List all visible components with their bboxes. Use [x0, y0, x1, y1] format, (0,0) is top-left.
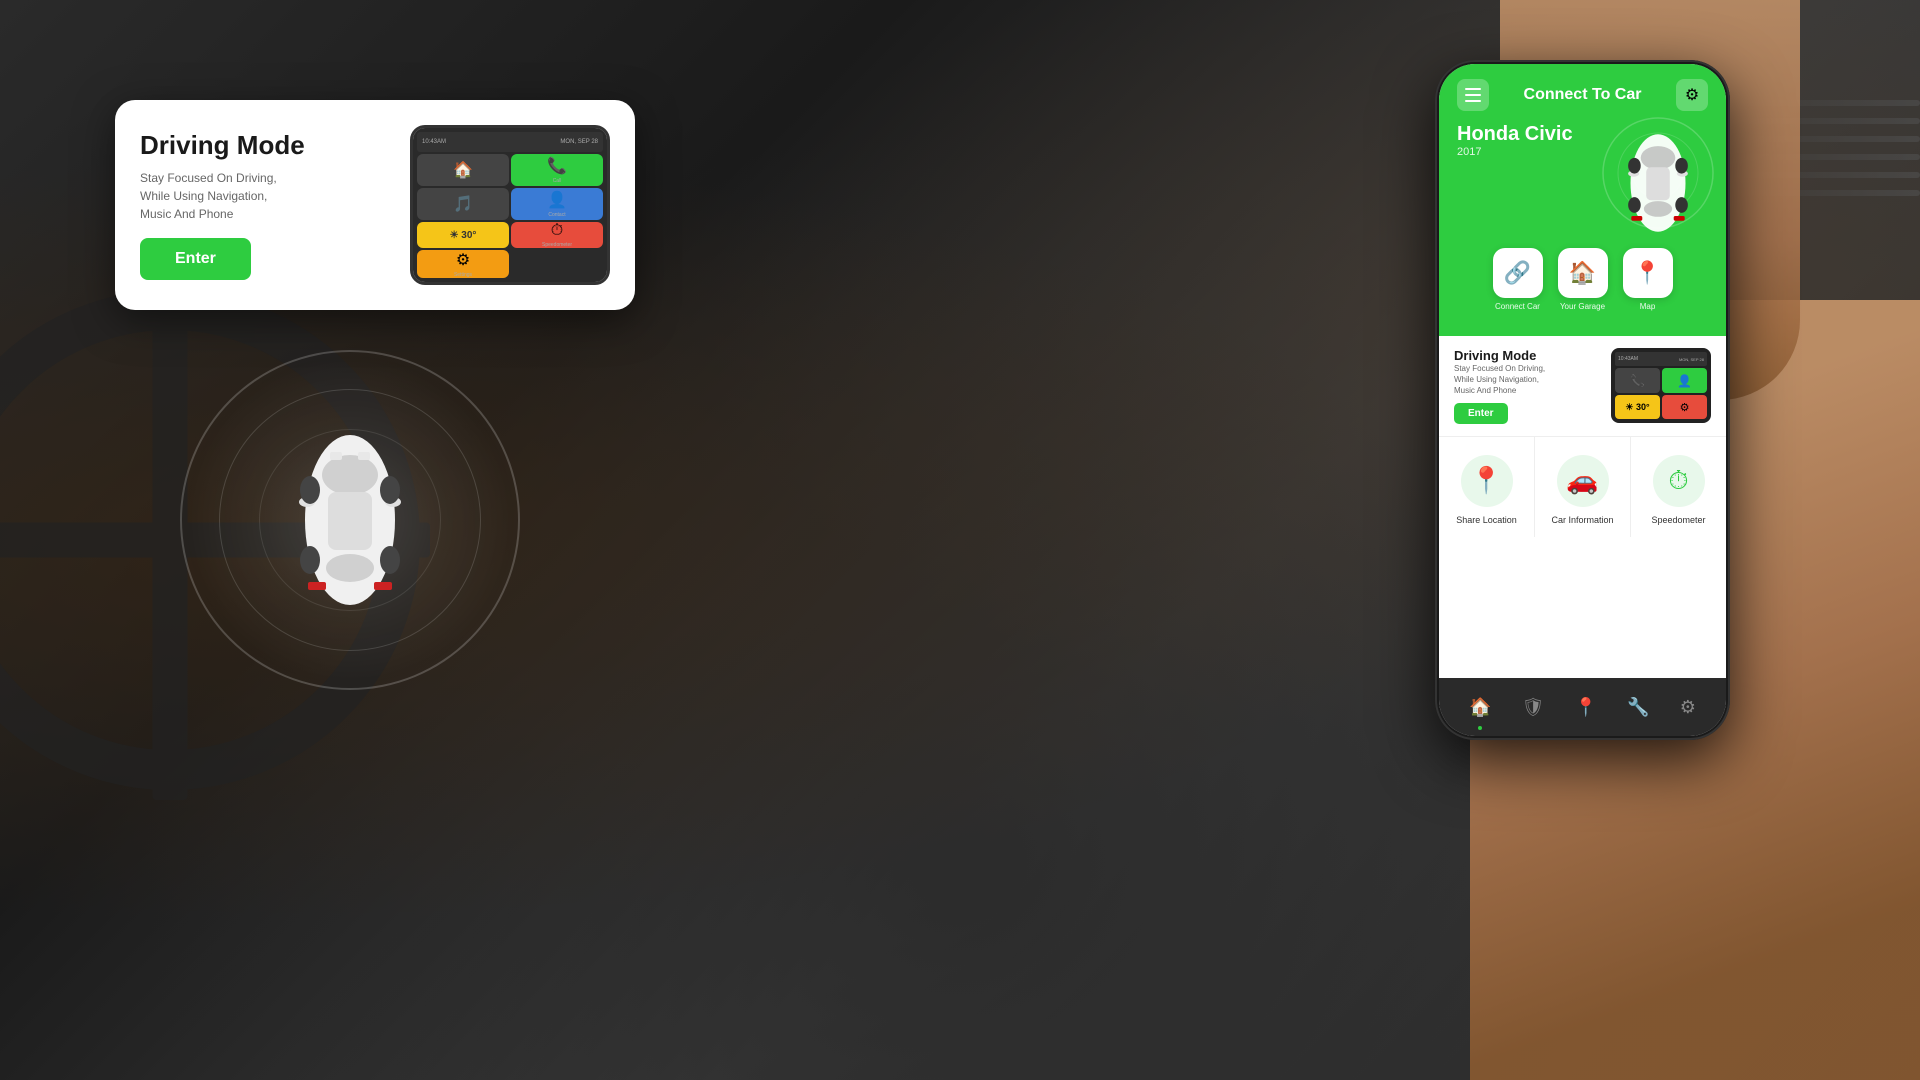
- mini-music-icon: 🎵: [453, 194, 473, 214]
- phone-content: Connect To Car ⚙ Honda Civic 2017: [1439, 64, 1726, 736]
- phone-mockup: Connect To Car ⚙ Honda Civic 2017: [1435, 60, 1730, 740]
- speedometer-icon: ⏱: [1653, 455, 1705, 507]
- share-location-label: Share Location: [1456, 515, 1517, 525]
- nav-location[interactable]: 📍: [1567, 693, 1605, 722]
- connect-car-label: Connect Car: [1495, 302, 1540, 311]
- phone-driving-desc: Stay Focused On Driving, While Using Nav…: [1454, 363, 1601, 397]
- share-location-icon: 📍: [1461, 455, 1513, 507]
- map-label: Map: [1640, 302, 1656, 311]
- mini-phone-screen: 10:43AM MON, SEP 28 🏠 📞 Call 🎵 👤 Contact…: [413, 128, 607, 282]
- mini-call-btn[interactable]: 📞 Call: [511, 154, 603, 186]
- mini-screen-grid: 10:43AM MON, SEP 28 📞 👤 ☀ 30° ⚙: [1611, 348, 1711, 423]
- nav-tools[interactable]: 🔧: [1619, 693, 1657, 722]
- car-info-section: Honda Civic 2017: [1457, 123, 1708, 233]
- menu-line-3: [1465, 100, 1481, 102]
- driving-mode-title: Driving Mode: [140, 130, 390, 161]
- mini-status-bar: 10:43AM MON, SEP 28: [417, 132, 603, 152]
- nav-settings-icon: ⚙: [1680, 697, 1696, 718]
- mini-settings-label: Settings: [454, 272, 472, 278]
- phone-driving-text: Driving Mode Stay Focused On Driving, Wh…: [1454, 348, 1601, 424]
- map-action[interactable]: 📍 Map: [1623, 248, 1673, 311]
- phone-driving-mini-display: 10:43AM MON, SEP 28 📞 👤 ☀ 30° ⚙: [1611, 348, 1711, 423]
- mini-contact-icon-2: 👤: [1677, 374, 1692, 388]
- speedometer-label: Speedometer: [1651, 515, 1705, 525]
- mini-home-btn[interactable]: 🏠: [417, 154, 509, 186]
- connect-car-icon: 🔗: [1493, 248, 1543, 298]
- mini-speedometer-btn[interactable]: ⏱ Speedometer: [511, 222, 603, 248]
- mini-screen-status: 10:43AM MON, SEP 28: [1615, 352, 1707, 366]
- mini-call-icon: 📞: [547, 156, 567, 176]
- car-radar-section: [160, 330, 540, 710]
- mini-settings-icon-2: ⚙: [1680, 401, 1690, 414]
- mini-time: 10:43AM: [422, 139, 446, 145]
- car-information-feature[interactable]: 🚗 Car Information: [1535, 437, 1630, 537]
- phone-driving-mode-card: Driving Mode Stay Focused On Driving, Wh…: [1439, 336, 1726, 437]
- share-location-feature[interactable]: 📍 Share Location: [1439, 437, 1534, 537]
- connect-car-action[interactable]: 🔗 Connect Car: [1493, 248, 1543, 311]
- mini-screen-time: 10:43AM: [1618, 356, 1638, 362]
- nav-tools-icon: 🔧: [1627, 697, 1649, 718]
- nav-shield[interactable]: 🛡: [1514, 693, 1553, 722]
- phone-app-title: Connect To Car: [1524, 86, 1642, 104]
- feature-grid: 📍 Share Location 🚗 Car Information ⏱ Spe…: [1439, 437, 1726, 537]
- car-information-label: Car Information: [1551, 515, 1613, 525]
- mini-settings-icon: ⚙: [456, 250, 470, 270]
- mini-weather-cell: ☀ 30°: [1615, 395, 1660, 420]
- car-top-view-large: [280, 420, 420, 620]
- mini-speedo-label: Speedometer: [542, 242, 572, 248]
- your-garage-icon: 🏠: [1558, 248, 1608, 298]
- speedometer-feature[interactable]: ⏱ Speedometer: [1631, 437, 1726, 537]
- driving-mode-text-section: Driving Mode Stay Focused On Driving, Wh…: [140, 130, 390, 280]
- car-year: 2017: [1457, 146, 1573, 158]
- mini-screen-date: MON, SEP 28: [1679, 357, 1704, 362]
- mini-call-icon-cell: 📞: [1615, 368, 1660, 393]
- car-header-svg: [1618, 128, 1698, 238]
- mini-date: MON, SEP 28: [560, 139, 598, 145]
- mini-contact-icon-cell: 👤: [1662, 368, 1707, 393]
- mini-settings-cell: ⚙: [1662, 395, 1707, 420]
- settings-icon: ⚙: [1685, 85, 1699, 105]
- bottom-navigation: 🏠 🛡 📍 🔧 ⚙: [1439, 678, 1726, 736]
- car-make-model: Honda Civic: [1457, 123, 1573, 146]
- mini-home-icon: 🏠: [453, 160, 473, 180]
- phone-driving-title: Driving Mode: [1454, 348, 1601, 363]
- nav-shield-icon: 🛡: [1522, 697, 1545, 718]
- mini-call-icon-2: 📞: [1630, 374, 1645, 388]
- mini-call-label: Call: [553, 178, 562, 184]
- quick-actions-bar: 🔗 Connect Car 🏠 Your Garage 📍 Map: [1457, 233, 1708, 316]
- your-garage-label: Your Garage: [1560, 302, 1605, 311]
- mini-settings-btn[interactable]: ⚙ Settings: [417, 250, 509, 278]
- phone-topbar: Connect To Car ⚙: [1457, 79, 1708, 111]
- map-icon: 📍: [1623, 248, 1673, 298]
- car-name-section: Honda Civic 2017: [1457, 123, 1573, 158]
- car-information-icon: 🚗: [1557, 455, 1609, 507]
- mini-weather-temp: ☀ 30°: [1625, 402, 1649, 413]
- mini-weather: ☀ 30°: [417, 222, 509, 248]
- phone-header: Connect To Car ⚙ Honda Civic 2017: [1439, 64, 1726, 336]
- nav-location-icon: 📍: [1575, 697, 1597, 718]
- car-header-icon: [1608, 123, 1708, 233]
- mini-contact-label: Contact: [548, 212, 565, 218]
- menu-button[interactable]: [1457, 79, 1489, 111]
- mini-speedo-icon: ⏱: [551, 222, 563, 240]
- nav-home-icon: 🏠: [1469, 697, 1491, 718]
- mini-weather-text: ☀ 30°: [450, 230, 477, 241]
- phone-screen: Connect To Car ⚙ Honda Civic 2017: [1439, 64, 1726, 736]
- mini-music-btn[interactable]: 🎵: [417, 188, 509, 220]
- phone-enter-button[interactable]: Enter: [1454, 403, 1508, 424]
- menu-line-1: [1465, 88, 1481, 90]
- enter-button[interactable]: Enter: [140, 238, 251, 280]
- mini-phone-display: 10:43AM MON, SEP 28 🏠 📞 Call 🎵 👤 Contact…: [410, 125, 610, 285]
- phone-body: Driving Mode Stay Focused On Driving, Wh…: [1439, 336, 1726, 678]
- your-garage-action[interactable]: 🏠 Your Garage: [1558, 248, 1608, 311]
- nav-settings[interactable]: ⚙: [1672, 693, 1704, 722]
- mini-contact-btn[interactable]: 👤 Contact: [511, 188, 603, 220]
- driving-mode-description: Stay Focused On Driving, While Using Nav…: [140, 169, 390, 223]
- settings-button[interactable]: ⚙: [1676, 79, 1708, 111]
- driving-mode-card: Driving Mode Stay Focused On Driving, Wh…: [115, 100, 635, 310]
- nav-home[interactable]: 🏠: [1461, 693, 1499, 722]
- mini-contact-icon: 👤: [547, 190, 567, 210]
- menu-line-2: [1465, 94, 1481, 96]
